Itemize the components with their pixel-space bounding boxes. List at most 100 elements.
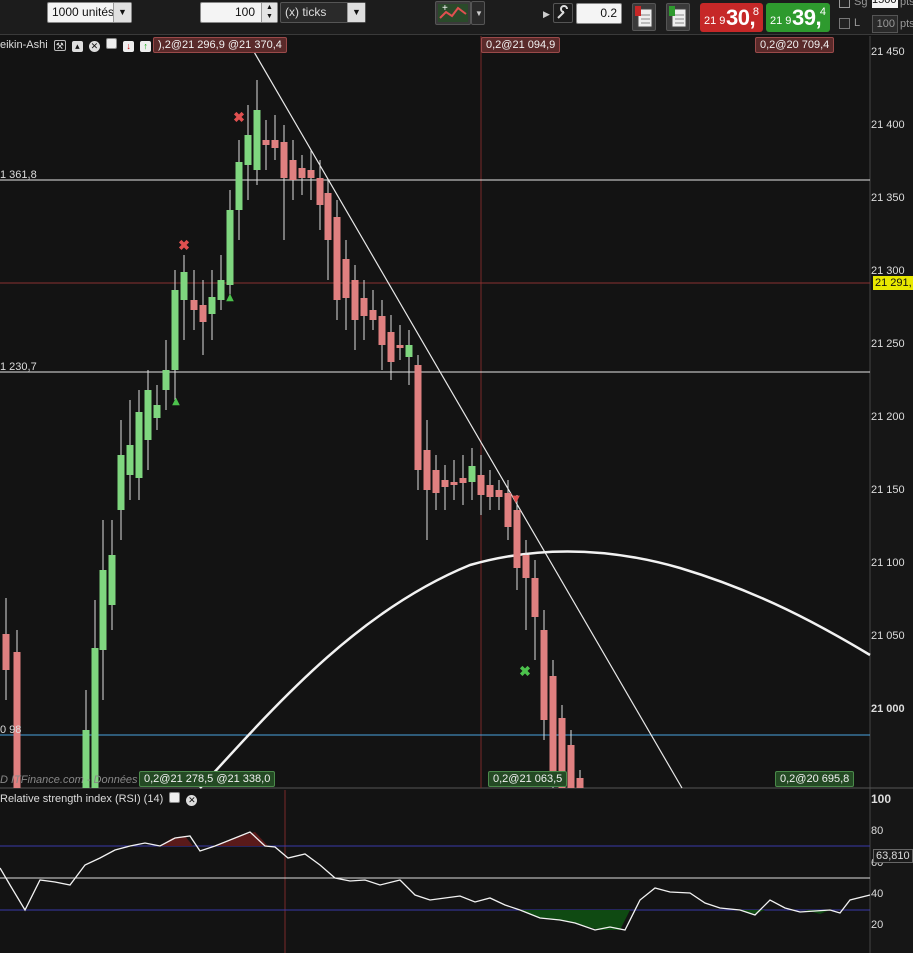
candle <box>504 493 512 527</box>
current-price-marker: 21 291, <box>873 276 913 290</box>
buy-price-prefix: 21 9 <box>770 15 792 27</box>
y-tick-label: 21 200 <box>871 411 905 423</box>
close-icon[interactable]: ✕ <box>186 795 198 806</box>
buy-price-button[interactable]: 21 9 39, 4 <box>766 3 830 32</box>
candle <box>135 412 143 478</box>
wrench-icon[interactable]: ⚒ <box>53 40 66 51</box>
offset-stepper[interactable]: 100 ▲ ▼ <box>200 2 278 23</box>
candle <box>226 210 234 285</box>
candle <box>171 290 179 370</box>
order-tag-bottom-3[interactable]: 0,2@20 695,8 <box>775 771 855 787</box>
candle <box>13 652 21 788</box>
svg-text:+: + <box>442 3 448 14</box>
l-checkbox[interactable] <box>839 18 850 29</box>
close-icon[interactable]: ✕ <box>88 41 100 52</box>
candle <box>450 482 458 485</box>
order-toolbar: 1000 unités ▼ 100 ▲ ▼ (x) ticks ▼ + ▼ ▶ 0… <box>0 0 913 35</box>
rsi-current-value: 63,810 <box>876 850 910 862</box>
signal-cross-icon: ✖ <box>178 237 190 253</box>
buy-arrow-icon[interactable]: ↑ <box>140 41 152 52</box>
offset-value: 100 <box>234 5 255 19</box>
y-tick-label: 21 400 <box>871 119 905 131</box>
spin-arrows-icon[interactable]: ▲ ▼ <box>261 3 277 22</box>
candle <box>405 345 413 357</box>
price-chart[interactable]: ✖ ✖ ✖ ▲ ▲ ▼ <box>0 36 913 953</box>
candle <box>486 485 494 497</box>
order-tag-top-1[interactable]: ),2@21 296,9 @21 370,4 <box>153 37 287 53</box>
strategy-button[interactable]: + <box>435 1 471 25</box>
candle <box>244 135 252 165</box>
chevron-down-icon: ▼ <box>113 3 131 22</box>
play-icon[interactable]: ▶ <box>543 9 550 20</box>
candle <box>360 298 368 316</box>
signal-cross-icon: ✖ <box>519 663 531 679</box>
window-icon[interactable] <box>106 38 118 49</box>
order-tag-text: ),2@21 296,9 @21 370,4 <box>158 39 282 51</box>
y-tick-label: 21 100 <box>871 557 905 569</box>
current-price-value: 21 291, <box>875 277 912 289</box>
bell-icon[interactable]: ▴ <box>71 41 83 52</box>
rsi-legend: Relative strength index (RSI) (14) ✕ <box>0 792 198 806</box>
offset-unit-value: (x) ticks <box>285 5 327 19</box>
order-tag-top-2[interactable]: 0,2@21 094,9 <box>481 37 561 53</box>
sell-price-main: 30, <box>726 5 756 30</box>
pts-unit: pts <box>900 0 913 8</box>
rsi-current-marker: 63,810 <box>873 849 913 863</box>
sell-price-fraction: 8 <box>752 6 759 18</box>
candle <box>307 170 315 178</box>
order-tag-top-3[interactable]: 0,2@20 709,4 <box>755 37 835 53</box>
rsi-pane-bg <box>0 790 870 953</box>
order-tag-bottom-2[interactable]: 0,2@21 063,5 <box>488 771 568 787</box>
sell-price-button[interactable]: 21 9 30, 8 <box>700 3 763 32</box>
candle <box>162 370 170 390</box>
candle <box>262 140 270 145</box>
chart-title: eikin-Ashi <box>0 39 48 51</box>
order-tag-text: 0,2@21 094,9 <box>486 39 556 51</box>
l-label: L <box>854 17 861 29</box>
sg-label: Sg <box>854 0 868 8</box>
order-ticket-icon <box>669 6 687 28</box>
candle <box>208 297 216 314</box>
pts-input[interactable]: 1500 <box>872 0 898 8</box>
signal-cross-icon: ✖ <box>233 109 245 125</box>
candle <box>351 280 359 320</box>
y-tick-label: 21 250 <box>871 338 905 350</box>
step-input[interactable]: 0.2 <box>576 3 622 24</box>
candle <box>298 168 306 178</box>
level-label: 0 98 <box>0 724 22 736</box>
y-tick-label: 21 150 <box>871 484 905 496</box>
candle <box>324 193 332 240</box>
candle <box>235 162 243 210</box>
rsi-title: Relative strength index (RSI) (14) <box>0 793 164 805</box>
candle <box>280 142 288 178</box>
buy-arrow-icon: ▲ <box>226 292 234 303</box>
offset-unit-select[interactable]: (x) ticks ▼ <box>280 2 366 23</box>
candle <box>495 490 503 497</box>
strategy-dropdown[interactable]: ▼ <box>471 1 485 25</box>
sg-checkbox[interactable] <box>839 0 850 8</box>
sell-price-prefix: 21 9 <box>704 15 726 27</box>
sell-arrow-icon[interactable]: ↓ <box>123 41 135 52</box>
candle <box>190 300 198 310</box>
order-tag-bottom-1[interactable]: 0,2@21 278,5 @21 338,0 <box>139 771 276 787</box>
sell-arrow-icon: ▼ <box>512 494 520 505</box>
chevron-down-icon: ▼ <box>347 3 365 22</box>
pts2-input[interactable]: 100 <box>872 15 898 33</box>
candle <box>342 259 350 298</box>
candle <box>576 778 584 788</box>
wrench-button[interactable] <box>553 3 573 23</box>
order-tag-text: 0,2@21 278,5 @21 338,0 <box>144 773 271 785</box>
wrench-icon <box>557 5 568 19</box>
window-icon[interactable] <box>169 792 181 803</box>
candle <box>333 217 341 300</box>
candle <box>441 480 449 487</box>
candle <box>108 555 116 605</box>
candle <box>117 455 125 510</box>
candle <box>540 630 548 720</box>
buy-order-ticket-button[interactable] <box>666 3 690 31</box>
candle <box>271 140 279 148</box>
buy-price-main: 39, <box>792 5 822 30</box>
sell-order-ticket-button[interactable] <box>632 3 656 31</box>
candle <box>549 676 557 780</box>
quantity-select[interactable]: 1000 unités ▼ <box>47 2 132 23</box>
